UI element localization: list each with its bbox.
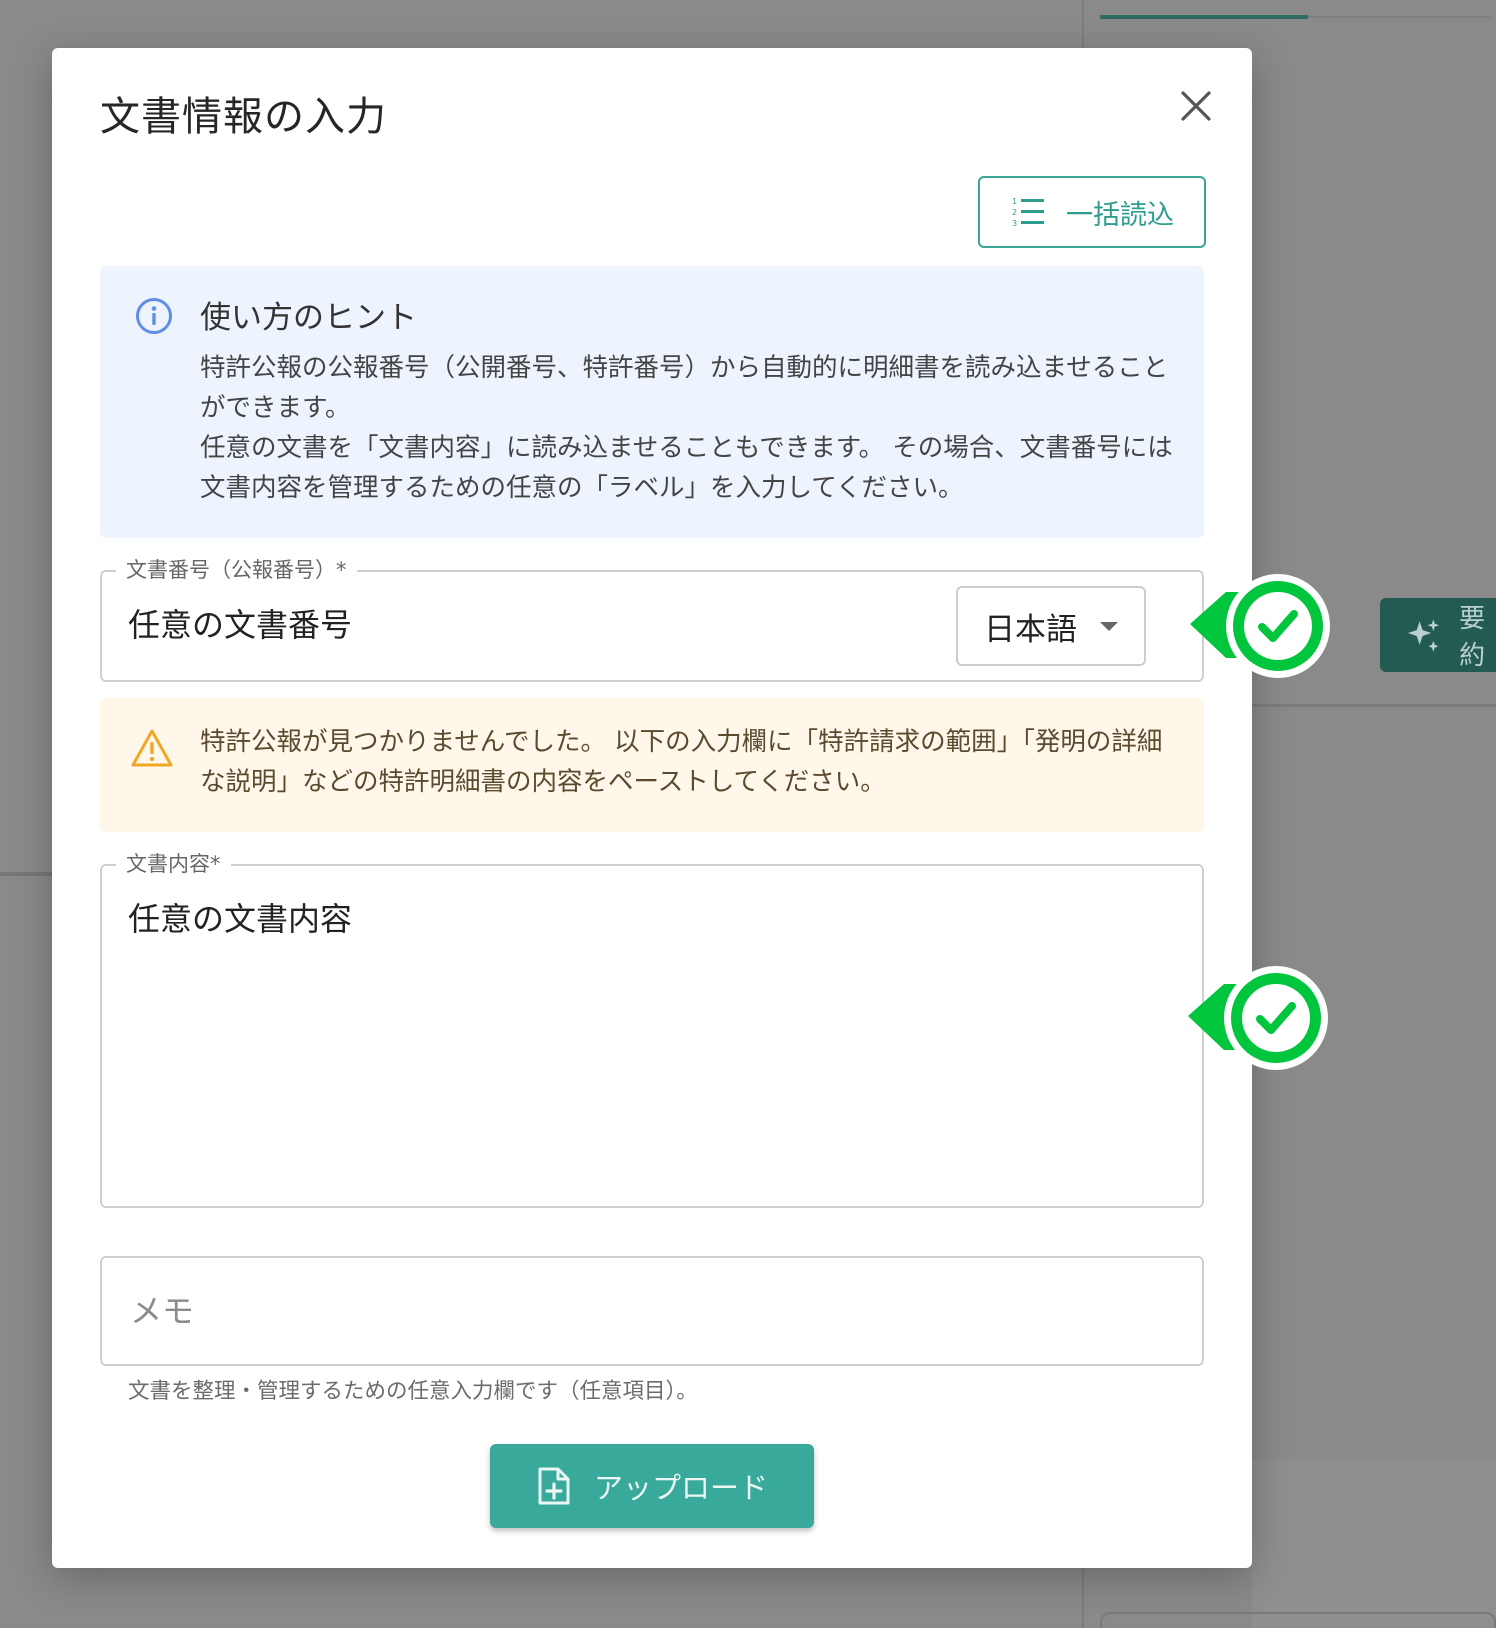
document-number-input[interactable]: 任意の文書番号 <box>128 600 352 646</box>
numbered-list-icon: 1 2 3 <box>1012 197 1044 228</box>
background-summarize-button: 要約 <box>1380 598 1496 672</box>
background-divider-left <box>0 872 52 876</box>
check-icon <box>1190 574 1330 678</box>
language-select-value: 日本語 <box>984 611 1077 648</box>
background-divider-right <box>1252 704 1496 707</box>
dialog-title: 文書情報の入力 <box>100 94 387 140</box>
background-card <box>1100 1612 1496 1628</box>
hint-title: 使い方のヒント <box>200 300 417 336</box>
svg-text:1: 1 <box>1012 197 1017 206</box>
background-active-tab-indicator <box>1100 15 1308 19</box>
info-icon <box>136 298 172 334</box>
upload-button[interactable]: アップロード <box>490 1444 814 1528</box>
file-add-icon <box>538 1467 570 1505</box>
hint-body: 特許公報の公報番号（公開番号、特許番号）から自動的に明細書を読み込ませることがで… <box>200 348 1180 508</box>
check-icon <box>1188 966 1328 1070</box>
bulk-load-label: 一括読込 <box>1066 199 1174 231</box>
document-number-label: 文書番号（公報番号）* <box>116 554 357 584</box>
memo-helper-text: 文書を整理・管理するための任意入力欄です（任意項目）。 <box>128 1379 698 1404</box>
warning-icon <box>131 729 173 767</box>
upload-label: アップロード <box>593 1471 768 1505</box>
not-found-warning: 特許公報が見つかりませんでした。 以下の入力欄に「特許請求の範囲」「発明の詳細な… <box>100 698 1204 832</box>
memo-input[interactable] <box>100 1256 1204 1366</box>
document-info-dialog: 文書情報の入力 1 2 3 一括読込 使い方のヒント 特許公報の公報番号（公開番… <box>52 48 1252 1568</box>
chevron-down-icon <box>1100 622 1118 631</box>
close-icon <box>1181 91 1211 121</box>
svg-text:3: 3 <box>1012 219 1017 228</box>
document-content-textarea[interactable]: 任意の文書内容 <box>128 894 352 940</box>
document-content-label: 文書内容* <box>116 848 231 878</box>
bulk-load-button[interactable]: 1 2 3 一括読込 <box>978 176 1206 248</box>
hint-line: 任意の文書を「文書内容」に読み込ませることもできます。 その場合、文書番号には文… <box>200 433 1173 503</box>
warning-text: 特許公報が見つかりませんでした。 以下の入力欄に「特許請求の範囲」「発明の詳細な… <box>200 727 1163 797</box>
hint-line: 特許公報の公報番号（公開番号、特許番号）から自動的に明細書を読み込ませることがで… <box>200 353 1169 423</box>
document-content-check-marker <box>1184 964 1334 1074</box>
usage-hint-box: 使い方のヒント 特許公報の公報番号（公開番号、特許番号）から自動的に明細書を読み… <box>100 266 1204 538</box>
background-panel <box>1252 1460 1496 1628</box>
svg-text:2: 2 <box>1012 208 1017 217</box>
sparkle-icon <box>1407 619 1440 652</box>
close-button[interactable] <box>1172 82 1220 130</box>
document-number-check-marker <box>1186 572 1336 682</box>
background-summarize-label: 要約 <box>1459 604 1486 671</box>
language-select[interactable]: 日本語 <box>956 586 1146 666</box>
